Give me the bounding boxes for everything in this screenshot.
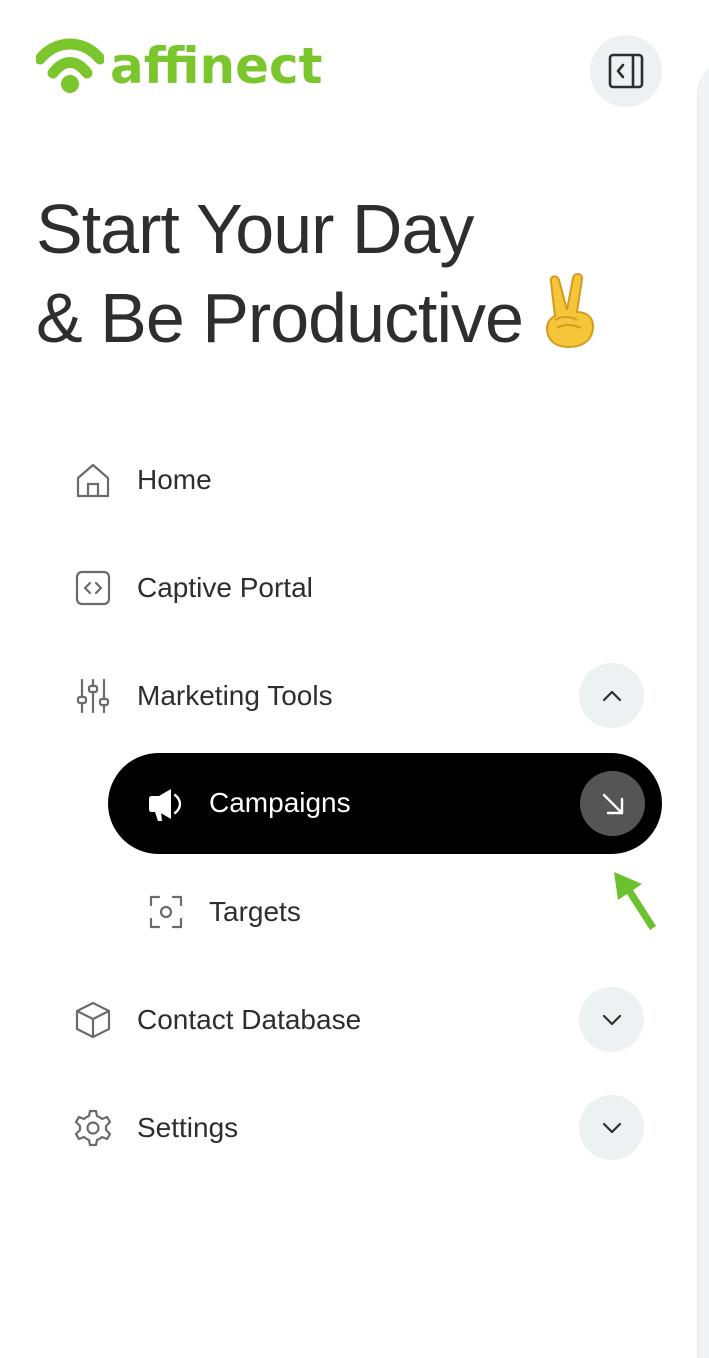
brand-name: affinect bbox=[110, 37, 323, 95]
gear-icon bbox=[72, 1107, 114, 1149]
sidebar-item-contact-database-label: Contact Database bbox=[137, 1004, 362, 1035]
main-content-edge bbox=[697, 58, 709, 1358]
chevron-down-icon bbox=[602, 1122, 621, 1133]
arrow-down-right-icon bbox=[602, 793, 623, 814]
greeting-line-2-text: & Be Productive bbox=[36, 279, 524, 357]
brand-logo[interactable]: affinect bbox=[36, 36, 323, 96]
settings-expand-button[interactable] bbox=[579, 1095, 644, 1160]
home-icon bbox=[72, 459, 114, 501]
victory-hand-emoji bbox=[537, 272, 597, 367]
sidebar-item-campaigns-label: Campaigns bbox=[209, 787, 351, 818]
megaphone-icon bbox=[144, 783, 186, 825]
collapse-sidebar-button[interactable] bbox=[590, 35, 662, 107]
sidebar-item-settings[interactable]: Settings bbox=[72, 1096, 238, 1160]
sidebar-item-captive-portal[interactable]: Captive Portal bbox=[72, 556, 313, 620]
sidebar-item-campaigns[interactable]: Campaigns bbox=[108, 753, 662, 854]
greeting-line-1: Start Your Day bbox=[36, 190, 474, 268]
chevron-up-icon bbox=[602, 690, 621, 701]
target-focus-icon bbox=[145, 891, 187, 933]
greeting-line-2: & Be Productive bbox=[36, 272, 597, 367]
cube-icon bbox=[72, 999, 114, 1041]
sidebar-item-home[interactable]: Home bbox=[72, 448, 212, 512]
chevron-down-icon bbox=[602, 1014, 621, 1025]
campaigns-open-button[interactable] bbox=[580, 771, 645, 836]
sidebar-item-targets[interactable]: Targets bbox=[145, 880, 301, 944]
marketing-tools-collapse-button[interactable] bbox=[579, 663, 644, 728]
sidebar-item-marketing-tools[interactable]: Marketing Tools bbox=[72, 664, 333, 728]
sidebar-item-targets-label: Targets bbox=[209, 896, 301, 927]
contact-database-expand-button[interactable] bbox=[579, 987, 644, 1052]
pointer-arrow-icon bbox=[606, 866, 662, 937]
code-icon bbox=[72, 567, 114, 609]
sidebar-item-home-label: Home bbox=[137, 464, 212, 495]
sliders-icon bbox=[72, 675, 114, 717]
greeting-heading: Start Your Day & Be Productive bbox=[36, 186, 597, 367]
wifi-logo-icon bbox=[36, 38, 104, 93]
sidebar-item-settings-label: Settings bbox=[137, 1112, 239, 1143]
sidebar-collapse-icon bbox=[608, 53, 644, 89]
sidebar-item-contact-database[interactable]: Contact Database bbox=[72, 988, 361, 1052]
sidebar-item-marketing-tools-label: Marketing Tools bbox=[137, 680, 333, 711]
sidebar-item-captive-portal-label: Captive Portal bbox=[137, 572, 313, 603]
